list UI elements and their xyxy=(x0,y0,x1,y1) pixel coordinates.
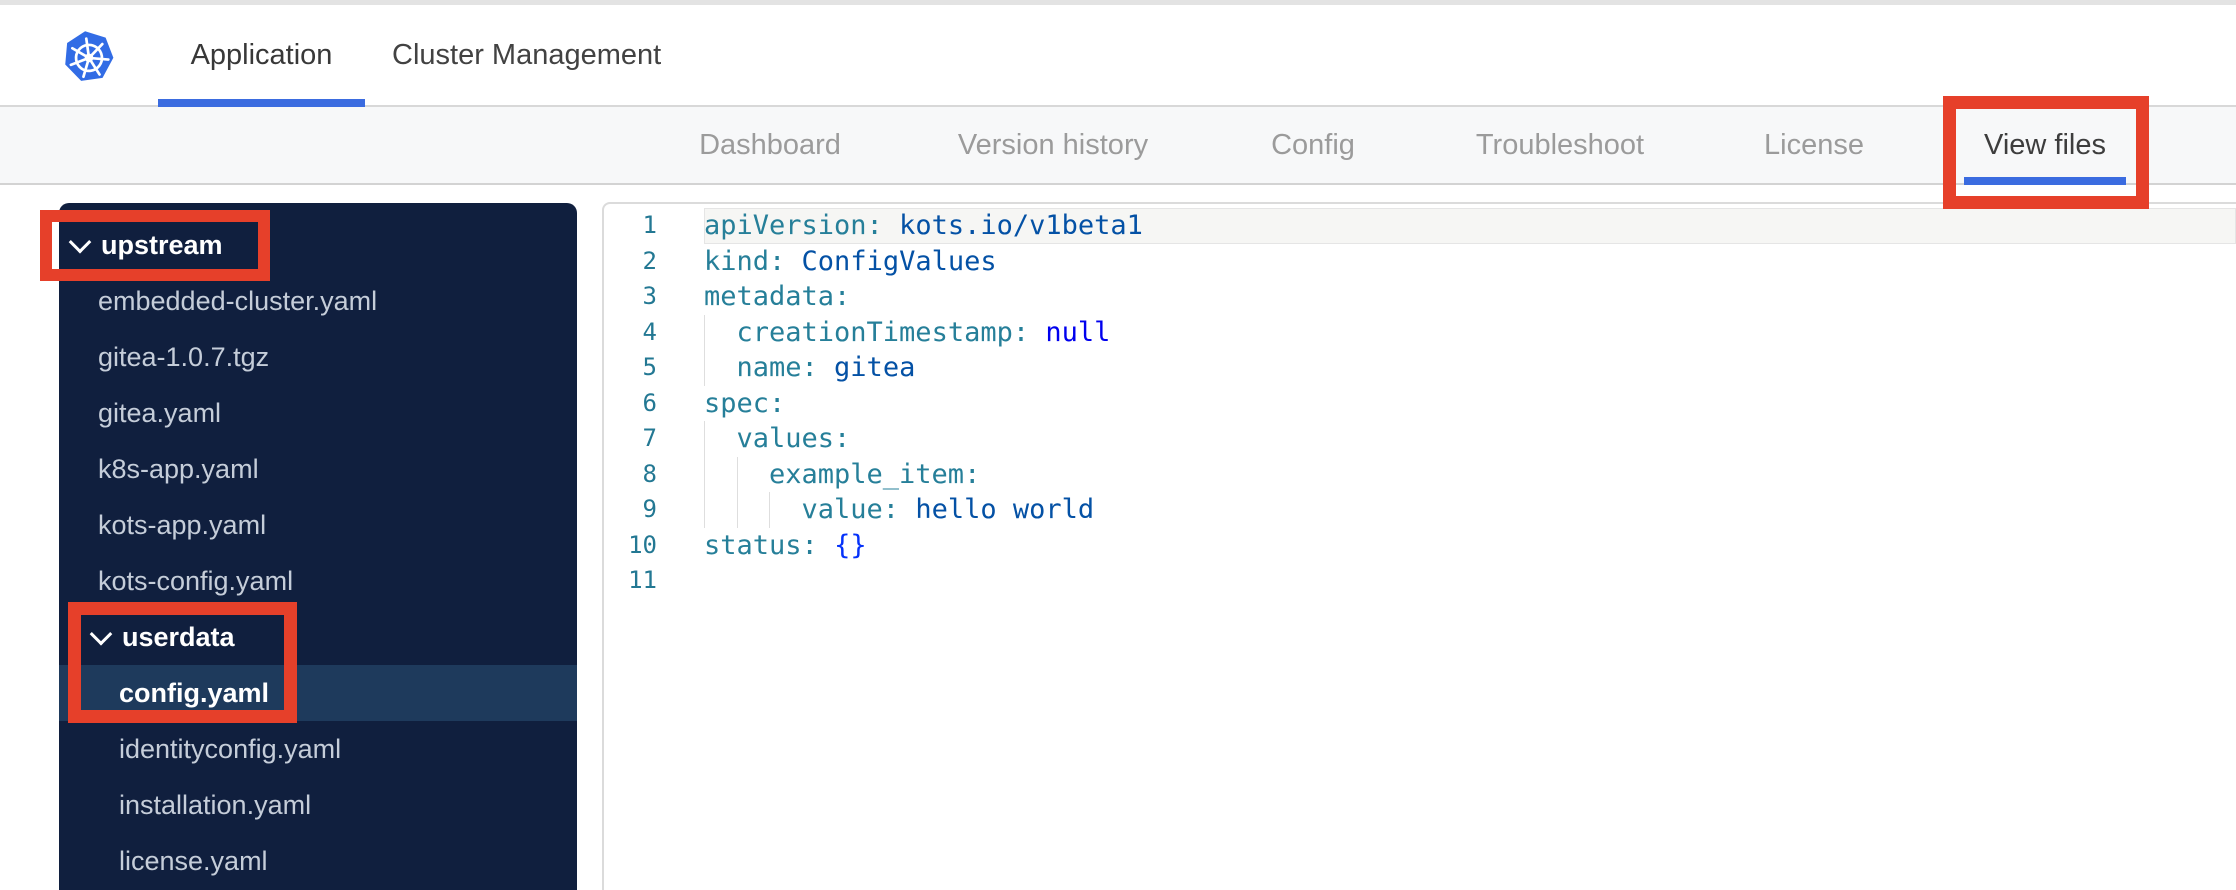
code-line-7: 7 values: xyxy=(604,421,2236,457)
line-number: 4 xyxy=(642,317,657,346)
subnav-item-troubleshoot[interactable]: Troubleshoot xyxy=(1476,107,1644,183)
header: Application Cluster Management xyxy=(0,5,2236,107)
tab-application[interactable]: Application xyxy=(158,5,365,105)
code-line-2: 2 kind: ConfigValues xyxy=(604,244,2236,280)
tree-file-gitea.yaml[interactable]: gitea.yaml xyxy=(59,385,577,441)
code-line-content: example_item: xyxy=(704,456,2236,492)
indent-guide xyxy=(704,350,737,386)
code-line-11: 11 xyxy=(604,563,2236,599)
tree-item-label: gitea.yaml xyxy=(98,397,222,428)
active-tab-underline xyxy=(158,99,365,107)
code-line-content: status: {} xyxy=(704,529,867,561)
line-number: 9 xyxy=(642,495,657,523)
tree-item-label: embedded-cluster.yaml xyxy=(98,285,378,316)
tree-file-license.yaml[interactable]: license.yaml xyxy=(59,833,577,889)
code-line-content: name: gitea xyxy=(704,350,2236,386)
indent-guide xyxy=(736,492,770,528)
line-number: 5 xyxy=(642,353,657,381)
tree-file-kots-config.yaml[interactable]: kots-config.yaml xyxy=(59,553,577,609)
line-number: 3 xyxy=(642,282,657,310)
indent-guide xyxy=(704,421,737,457)
indent-guide xyxy=(704,492,737,528)
tree-file-installation.yaml[interactable]: installation.yaml xyxy=(59,777,577,833)
tree-item-label: upstream xyxy=(101,229,223,260)
indent-guide xyxy=(736,456,770,492)
code-line-5: 5 name: gitea xyxy=(604,350,2236,386)
kubernetes-logo-icon xyxy=(65,31,114,81)
code-line-10: 10 status: {} xyxy=(604,528,2236,564)
line-number: 8 xyxy=(642,459,657,488)
tree-item-label: identityconfig.yaml xyxy=(119,733,342,764)
tree-item-label: license.yaml xyxy=(119,845,268,876)
chevron-down-icon xyxy=(68,230,92,254)
line-number: 11 xyxy=(628,566,657,594)
file-tree-sidebar: upstream embedded-cluster.yaml gitea-1.0.7… xyxy=(59,203,577,890)
tree-folder-upstream[interactable]: upstream xyxy=(59,217,577,273)
tree-item-label: gitea-1.0.7.tgz xyxy=(98,341,270,372)
subnav-item-version-history[interactable]: Version history xyxy=(958,107,1148,183)
tree-file-kots-app.yaml[interactable]: kots-app.yaml xyxy=(59,497,577,553)
kots-admin-console: Application Cluster Management Dashboard… xyxy=(0,0,2236,890)
tree-item-label: installation.yaml xyxy=(119,789,312,820)
code-line-8: 8 example_item: xyxy=(604,456,2236,492)
indent-guide xyxy=(704,314,737,350)
code-line-6: 6 spec: xyxy=(604,386,2236,422)
tree-file-k8s-app.yaml[interactable]: k8s-app.yaml xyxy=(59,441,577,497)
code-line-content: value: hello world xyxy=(704,492,2236,528)
tree-file-gitea-1.0.7.tgz[interactable]: gitea-1.0.7.tgz xyxy=(59,329,577,385)
subnav-item-config[interactable]: Config xyxy=(1271,107,1355,183)
tree-file-config.yaml[interactable]: config.yaml xyxy=(59,665,577,721)
indent-guide xyxy=(769,492,802,528)
code-line-3: 3 metadata: xyxy=(604,279,2236,315)
tree-item-label: k8s-app.yaml xyxy=(98,453,259,484)
code-line-4: 4 creationTimestamp: null xyxy=(604,314,2236,350)
tab-cluster-management[interactable]: Cluster Management xyxy=(392,5,664,105)
view-files-active-underline xyxy=(1964,177,2126,185)
tree-folder-userdata[interactable]: userdata xyxy=(59,609,577,665)
tree-item-label: config.yaml xyxy=(119,677,270,708)
code-line-content: creationTimestamp: null xyxy=(704,314,2236,350)
code-line-content: metadata: xyxy=(704,281,851,312)
tree-item-label: userdata xyxy=(122,621,235,652)
tree-file-embedded-cluster.yaml[interactable]: embedded-cluster.yaml xyxy=(59,273,577,329)
line-number: 7 xyxy=(642,424,657,452)
yaml-editor[interactable]: 1 apiVersion: kots.io/v1beta1 2 kind: Confi… xyxy=(602,202,2236,890)
line-number: 2 xyxy=(642,246,657,275)
line-number: 6 xyxy=(642,388,657,417)
app-subnav: Dashboard Version history Config Troublesho… xyxy=(0,107,2236,185)
code-line-content: apiVersion: kots.io/v1beta1 xyxy=(704,208,2236,244)
tree-item-label: kots-config.yaml xyxy=(98,565,294,596)
chevron-down-icon xyxy=(89,622,113,646)
subnav-item-view-files[interactable]: View files xyxy=(1984,107,2106,183)
tree-item-label: kots-app.yaml xyxy=(98,509,267,540)
code-line-1: 1 apiVersion: kots.io/v1beta1 xyxy=(604,208,2236,244)
code-line-content: values: xyxy=(704,421,2236,457)
code-line-content: kind: ConfigValues xyxy=(704,245,997,277)
code-line-content: spec: xyxy=(704,387,786,419)
tree-file-identityconfig.yaml[interactable]: identityconfig.yaml xyxy=(59,721,577,777)
subnav-item-license[interactable]: License xyxy=(1764,107,1864,183)
subnav-item-dashboard[interactable]: Dashboard xyxy=(699,107,841,183)
line-number: 10 xyxy=(628,530,657,559)
indent-guide xyxy=(704,456,737,492)
code-line-9: 9 value: hello world xyxy=(604,492,2236,528)
line-number: 1 xyxy=(642,211,657,239)
code-line-content xyxy=(704,563,2236,599)
